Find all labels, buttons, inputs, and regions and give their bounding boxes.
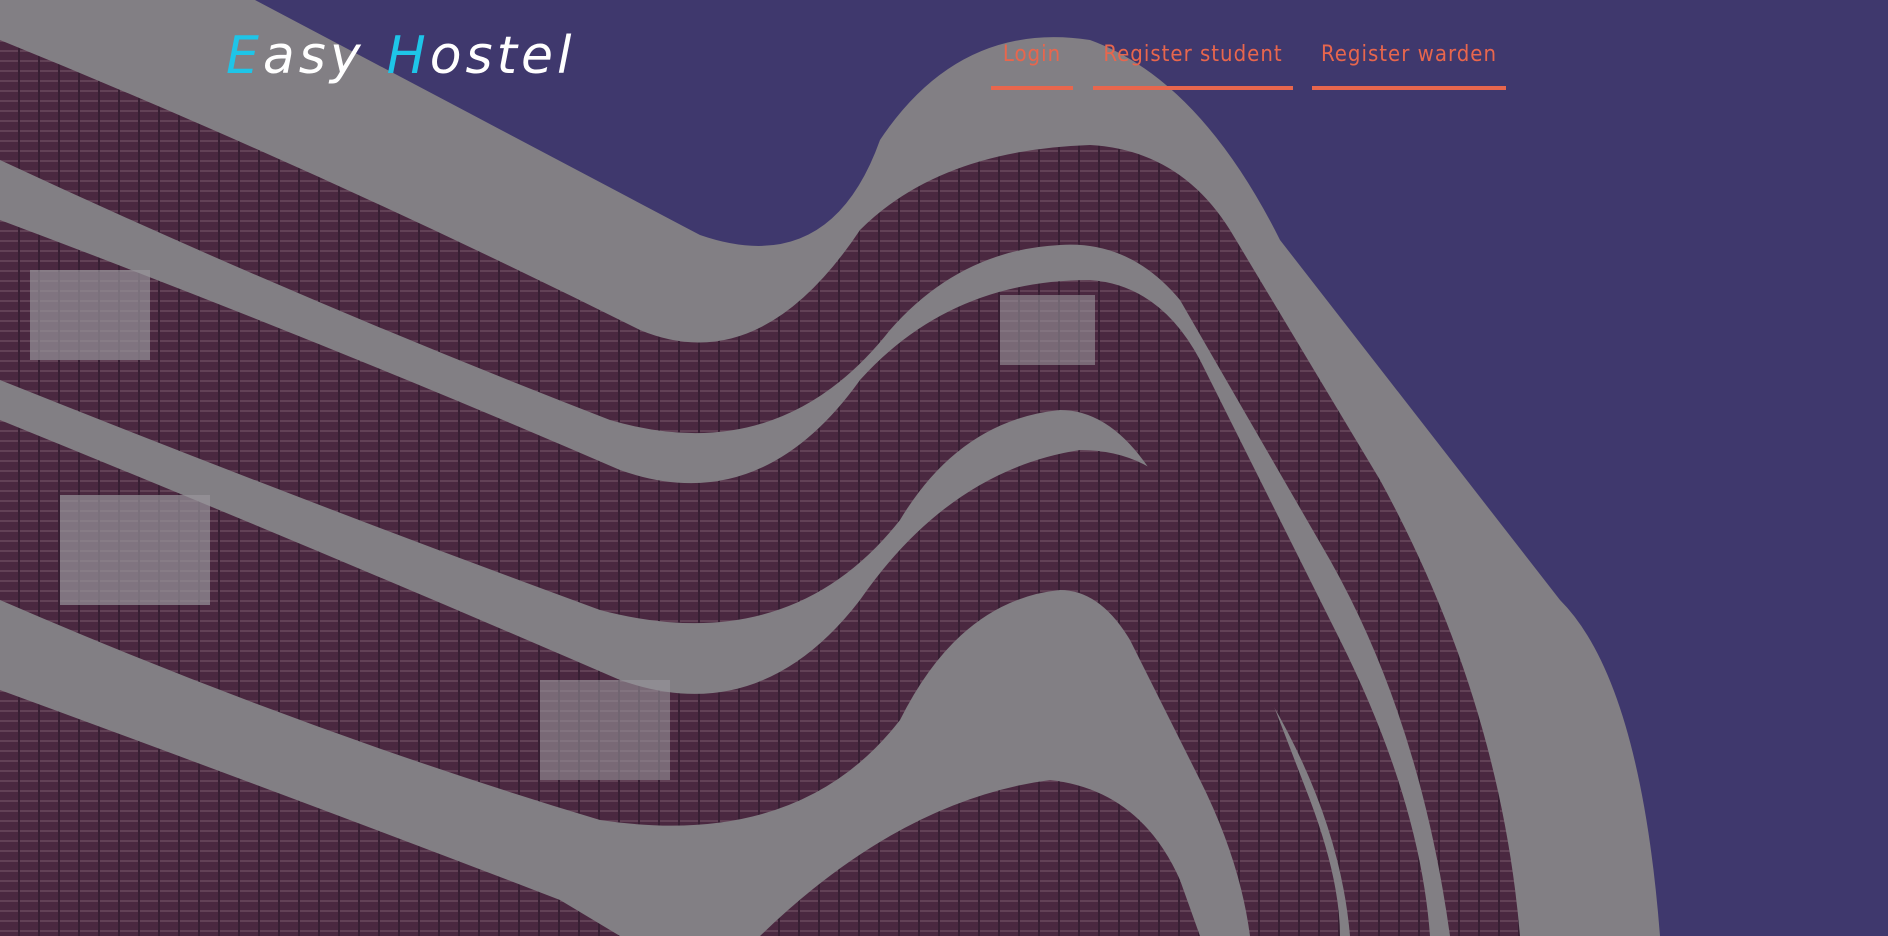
- nav-register-student-link[interactable]: Register student: [1093, 38, 1293, 90]
- brand-word-easy: asy: [262, 26, 365, 86]
- brand-initial-e: E: [226, 26, 263, 86]
- nav-register-warden-link[interactable]: Register warden: [1312, 38, 1506, 90]
- brand-logo[interactable]: Easy Hostel: [226, 20, 575, 92]
- hero-background: [0, 0, 1888, 936]
- nav-login-link[interactable]: Login: [991, 38, 1073, 90]
- brand-word-hostel: ostel: [429, 26, 576, 86]
- brand-initial-h: H: [386, 26, 430, 86]
- top-navigation-bar: Easy Hostel Login Register student Regist…: [0, 0, 1888, 110]
